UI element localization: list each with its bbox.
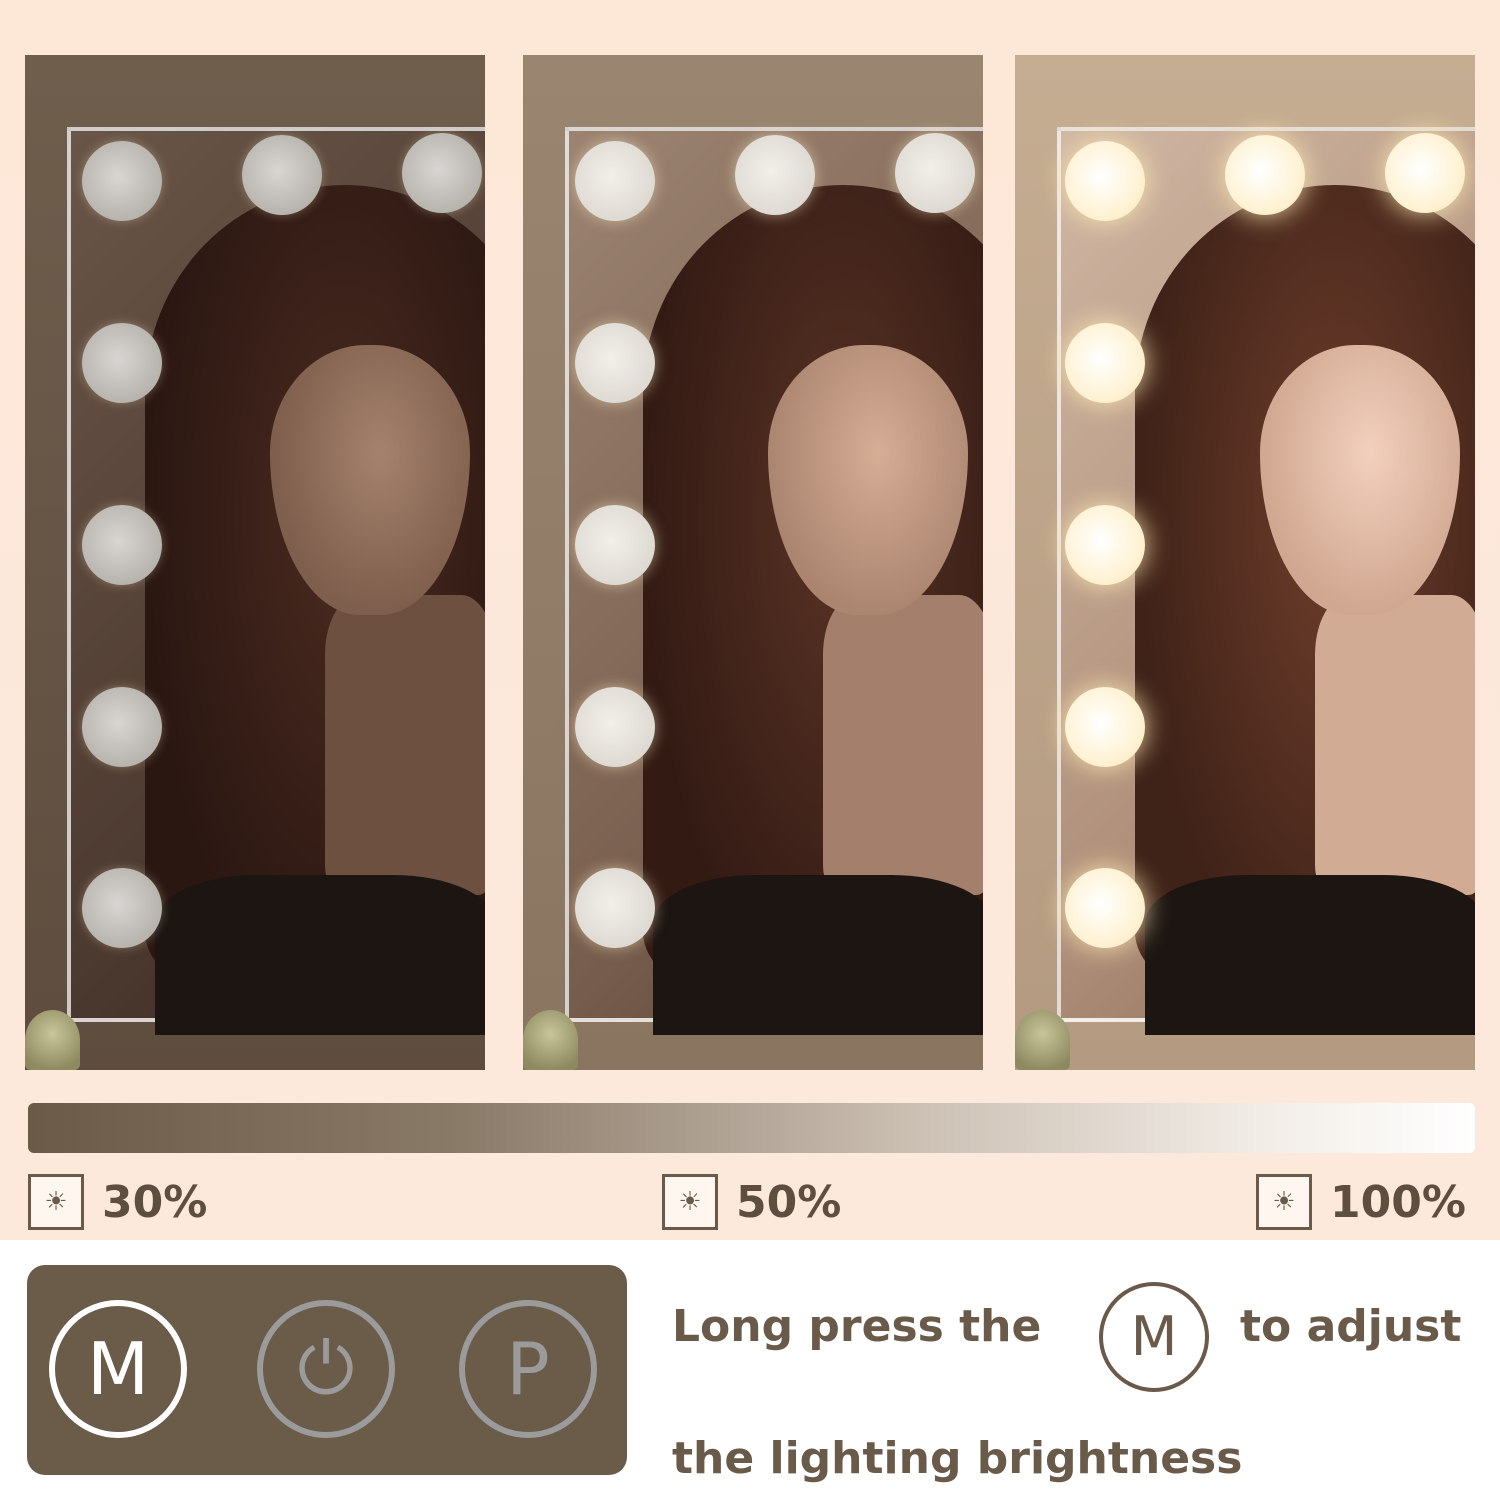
- mode-button[interactable]: M: [49, 1300, 187, 1438]
- model-dress: [653, 875, 983, 1035]
- bulb-icon: [82, 868, 162, 948]
- power-icon: ⏻: [297, 1326, 355, 1410]
- mirror-panel-100: [1015, 55, 1475, 1070]
- bulb-icon: [1065, 505, 1145, 585]
- bulb-icon: [82, 323, 162, 403]
- top-area: ☀ 30% ☀ 50% ☀ 100%: [0, 0, 1500, 1240]
- mirror-panel-30: [25, 55, 485, 1070]
- bulb-icon: [575, 868, 655, 948]
- bulb-icon: [575, 687, 655, 767]
- bulb-icon: [242, 135, 322, 215]
- instruction-part-1: Long press the: [672, 1301, 1042, 1352]
- power-button[interactable]: ⏻: [257, 1300, 395, 1438]
- p-button-label: P: [506, 1327, 550, 1411]
- model-neck: [823, 595, 983, 895]
- model-dress: [1145, 875, 1475, 1035]
- bulb-icon: [895, 133, 975, 213]
- bulb-icon: [575, 505, 655, 585]
- sun-brightness-icon: ☀: [662, 1174, 718, 1230]
- mode-button-label: M: [86, 1327, 150, 1411]
- sun-brightness-icon: ☀: [1256, 1174, 1312, 1230]
- bulb-icon: [402, 133, 482, 213]
- model-dress: [155, 875, 485, 1035]
- instruction-part-2: to adjust: [1240, 1301, 1462, 1352]
- mirror-panel-50: [523, 55, 983, 1070]
- bulb-icon: [1065, 323, 1145, 403]
- model-neck: [325, 595, 485, 895]
- m-button-icon: M: [1099, 1282, 1209, 1392]
- plant-decoration: [25, 1010, 80, 1070]
- plant-decoration: [1015, 1010, 1070, 1070]
- brightness-level-label: 50%: [736, 1176, 842, 1228]
- plant-decoration: [523, 1010, 578, 1070]
- p-button[interactable]: P: [459, 1300, 597, 1438]
- bulb-icon: [1065, 141, 1145, 221]
- instruction-line-2: the lighting brightness: [672, 1433, 1243, 1484]
- m-button-icon-label: M: [1130, 1305, 1178, 1368]
- bulb-icon: [735, 135, 815, 215]
- sun-brightness-icon: ☀: [28, 1174, 84, 1230]
- brightness-gradient-bar: [28, 1103, 1475, 1153]
- brightness-level-30: ☀ 30%: [28, 1172, 207, 1232]
- bulb-icon: [82, 141, 162, 221]
- brightness-level-50: ☀ 50%: [662, 1172, 841, 1232]
- bulb-icon: [1065, 687, 1145, 767]
- bulb-icon: [82, 687, 162, 767]
- model-neck: [1315, 595, 1475, 895]
- bulb-icon: [1065, 868, 1145, 948]
- bulb-icon: [1225, 135, 1305, 215]
- brightness-level-100: ☀ 100%: [1256, 1172, 1466, 1232]
- bulb-icon: [575, 141, 655, 221]
- bulb-icon: [1385, 133, 1465, 213]
- bulb-icon: [82, 505, 162, 585]
- brightness-level-label: 100%: [1330, 1176, 1466, 1228]
- brightness-level-label: 30%: [102, 1176, 208, 1228]
- touch-control-pad: M ⏻ P: [27, 1265, 627, 1475]
- bulb-icon: [575, 323, 655, 403]
